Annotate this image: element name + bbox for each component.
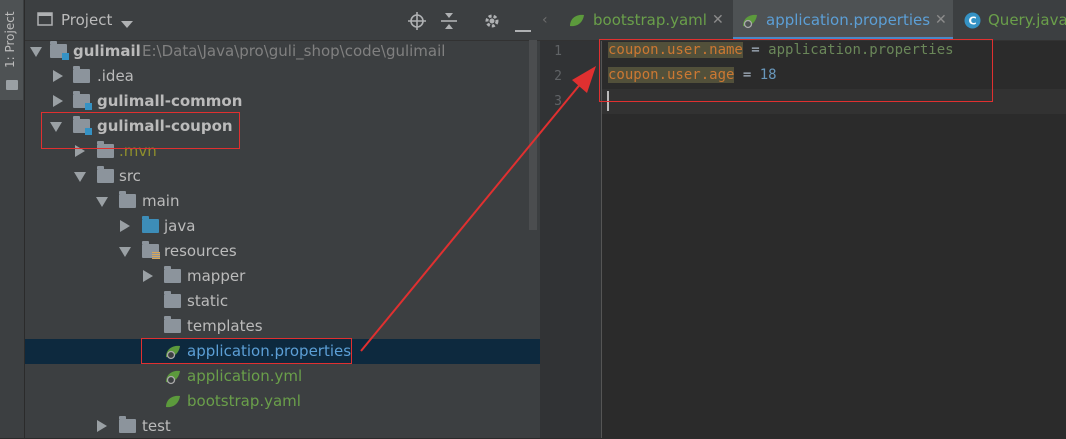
tab-query-java[interactable]: C Query.java: [958, 0, 1066, 40]
tree-node-path: E:\Data\Java\pro\guli_shop\code\gulimail: [142, 42, 446, 60]
tree-node-gulimall-common[interactable]: gulimall-common: [25, 89, 525, 114]
editor-gutter: 1 2 3: [540, 41, 602, 438]
tree-node-main[interactable]: main: [25, 189, 525, 214]
tab-application-properties[interactable]: application.properties ✕: [733, 0, 953, 40]
editor-tab-bar: ‹ bootstrap.yaml ✕ application.propertie…: [540, 0, 1066, 41]
tree-node-test[interactable]: test: [25, 414, 525, 439]
gear-icon[interactable]: [483, 12, 501, 34]
expanded-arrow-icon[interactable]: [96, 197, 108, 207]
tree-node-label: gulimall-common: [97, 92, 243, 110]
folder-icon: [6, 80, 18, 90]
svg-text:C: C: [968, 15, 976, 28]
tree-node-label: .idea: [97, 67, 134, 85]
folder-icon: [164, 291, 181, 308]
project-tool-tab[interactable]: 1: Project: [0, 0, 23, 100]
tree-node-src[interactable]: src: [25, 164, 525, 189]
chevron-down-icon[interactable]: [121, 15, 133, 33]
tree-node-idea[interactable]: .idea: [25, 64, 525, 89]
spring-leaf-icon: [568, 13, 585, 28]
tree-node-label: bootstrap.yaml: [187, 392, 301, 410]
tree-node-label: main: [142, 192, 180, 210]
collapse-all-icon[interactable]: [441, 12, 457, 34]
tree-node-label: java: [164, 217, 196, 235]
tab-label: Query.java: [988, 11, 1066, 29]
module-folder-icon: [73, 91, 92, 110]
collapsed-arrow-icon[interactable]: [53, 70, 63, 82]
project-panel-header: Project: [25, 0, 540, 41]
tab-bootstrap-yaml[interactable]: bootstrap.yaml ✕: [560, 0, 730, 40]
expanded-arrow-icon[interactable]: [30, 47, 42, 57]
collapsed-arrow-icon[interactable]: [143, 270, 153, 282]
folder-icon: [97, 166, 114, 183]
tree-node-label: application.yml: [187, 367, 303, 385]
tool-window-strip: 1: Project: [0, 0, 25, 438]
tab-label: application.properties: [766, 11, 931, 29]
folder-icon: [119, 191, 136, 208]
close-icon[interactable]: ✕: [712, 12, 724, 28]
folder-icon: [73, 66, 90, 83]
project-panel-title[interactable]: Project: [61, 11, 112, 29]
line-number: 3: [554, 94, 562, 109]
minimize-icon[interactable]: [515, 19, 531, 37]
collapsed-arrow-icon[interactable]: [120, 220, 130, 232]
java-class-icon: C: [964, 12, 981, 29]
collapsed-arrow-icon[interactable]: [97, 420, 107, 432]
project-panel: Project gulimail E:\Data\Java\pro\guli_s…: [25, 0, 540, 438]
tab-label: bootstrap.yaml: [593, 11, 707, 29]
folder-icon: [119, 416, 136, 433]
tree-node-gulimail[interactable]: gulimail E:\Data\Java\pro\guli_shop\code…: [25, 39, 525, 64]
folder-icon: [164, 266, 181, 283]
tree-node-label: src: [119, 167, 141, 185]
locate-icon[interactable]: [408, 12, 426, 34]
tree-node-label: gulimail: [73, 42, 141, 60]
tree-node-label: templates: [187, 317, 263, 335]
collapsed-arrow-icon[interactable]: [53, 95, 63, 107]
spring-config-icon: [164, 369, 181, 385]
project-scrollbar[interactable]: [529, 40, 537, 230]
tree-node-mapper[interactable]: mapper: [25, 264, 525, 289]
annotation-box-module: [41, 112, 240, 149]
tree-node-label: mapper: [187, 267, 246, 285]
scroll-left-icon[interactable]: ‹: [542, 12, 548, 28]
line-number: 2: [554, 69, 562, 84]
source-folder-icon: [142, 216, 159, 233]
tree-node-templates[interactable]: templates: [25, 314, 525, 339]
annotation-box-file: [141, 338, 352, 364]
close-icon[interactable]: ✕: [935, 12, 947, 28]
tree-node-label: resources: [164, 242, 237, 260]
module-folder-icon: [50, 41, 69, 60]
tree-node-label: static: [187, 292, 229, 310]
tree-node-resources[interactable]: resources: [25, 239, 525, 264]
project-view-icon: [37, 11, 53, 31]
tree-node-application-yml[interactable]: application.yml: [25, 364, 525, 389]
tree-node-static[interactable]: static: [25, 289, 525, 314]
tree-node-label: test: [142, 417, 171, 435]
tree-node-java[interactable]: java: [25, 214, 525, 239]
tree-node-bootstrap-yaml[interactable]: bootstrap.yaml: [25, 389, 525, 414]
expanded-arrow-icon[interactable]: [74, 172, 86, 182]
annotation-box-code: [599, 39, 993, 102]
spring-config-icon: [741, 13, 758, 29]
folder-icon: [164, 316, 181, 333]
project-tool-tab-label: 1: Project: [3, 11, 17, 68]
spring-leaf-icon: [164, 394, 181, 409]
expanded-arrow-icon[interactable]: [119, 247, 131, 257]
resources-folder-icon: [142, 241, 160, 259]
line-number: 1: [554, 44, 562, 59]
